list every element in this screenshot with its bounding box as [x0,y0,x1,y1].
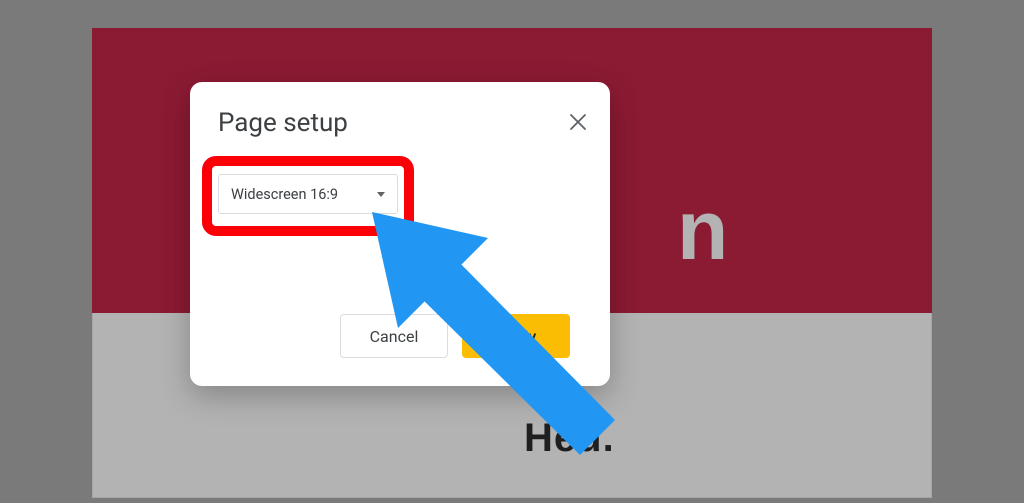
close-icon [570,114,586,130]
aspect-ratio-dropdown[interactable]: Widescreen 16:9 [218,174,398,214]
page-setup-dialog: Page setup Widescreen 16:9 Cancel Apply [190,82,610,386]
apply-button[interactable]: Apply [462,314,570,358]
dropdown-selected-label: Widescreen 16:9 [231,186,338,203]
cancel-button-label: Cancel [370,327,419,346]
dialog-title: Page setup [218,108,348,138]
modal-overlay: Page setup Widescreen 16:9 Cancel Apply [0,0,1024,503]
chevron-down-icon [377,192,385,197]
apply-button-label: Apply [496,327,536,346]
close-button[interactable] [564,108,592,136]
cancel-button[interactable]: Cancel [340,314,448,358]
